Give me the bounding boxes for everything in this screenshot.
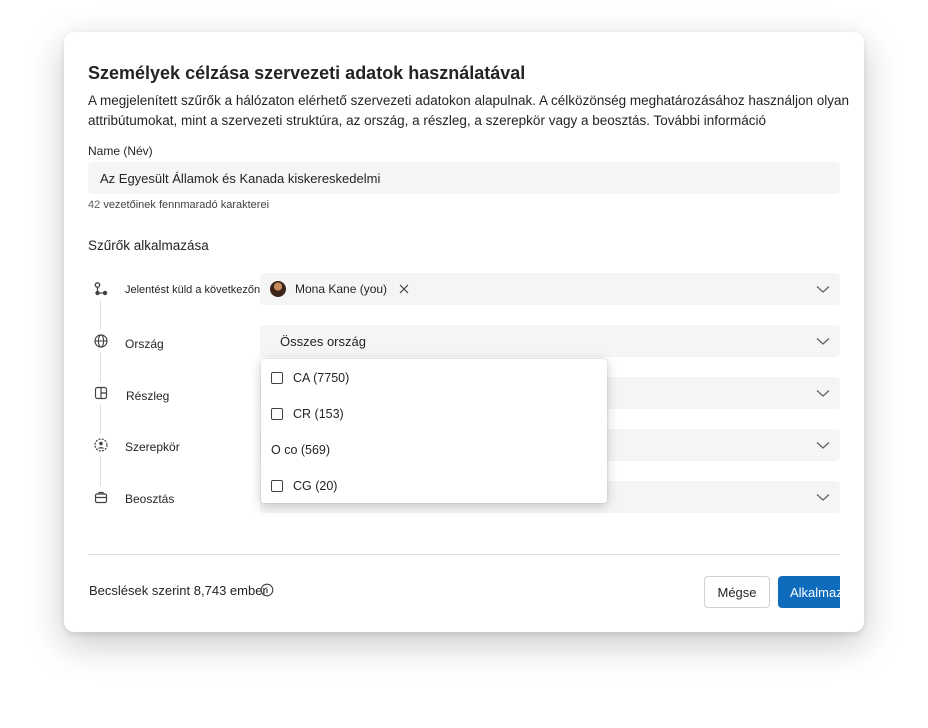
country-select-value: Összes ország xyxy=(280,334,366,349)
department-icon xyxy=(90,382,112,404)
dialog-title: Személyek célzása szervezeti adatok hasz… xyxy=(88,63,526,83)
country-option-label: O co (569) xyxy=(271,443,331,457)
filter-label-country: Ország xyxy=(125,337,164,351)
apply-button[interactable]: Alkalmaz xyxy=(778,576,840,608)
chevron-down-icon xyxy=(816,494,830,501)
filter-label-department: Részleg xyxy=(126,389,170,403)
dialog-description: A megjelenített szűrők a hálózaton elérh… xyxy=(88,93,849,128)
remaining-text: vezetőinek fennmaradó karakterei xyxy=(103,199,270,211)
avatar xyxy=(270,281,286,297)
estimate-label: Becslések szerint 8,743 ember xyxy=(89,583,267,598)
remaining-count: 42 xyxy=(88,199,101,211)
country-option[interactable]: CG (20) xyxy=(271,476,337,496)
country-option-label: CA (7750) xyxy=(293,371,350,385)
briefcase-icon xyxy=(90,486,112,508)
filter-label-role: Szerepkör xyxy=(125,440,180,454)
checkbox[interactable] xyxy=(271,408,283,420)
close-icon[interactable] xyxy=(397,282,411,296)
country-select[interactable]: Összes ország xyxy=(260,325,840,357)
person-chip: Mona Kane (you) xyxy=(270,277,411,301)
country-option[interactable]: CA (7750) xyxy=(271,368,349,388)
filter-label-manager: Jelentést küld a következőnek: xyxy=(125,284,275,296)
country-option[interactable]: O co (569) xyxy=(271,440,330,460)
name-input[interactable] xyxy=(88,162,840,194)
person-chip-label: Mona Kane (you) xyxy=(295,282,388,296)
remaining-characters: 42 vezetőinek fennmaradó karakterei xyxy=(88,199,269,211)
info-icon[interactable] xyxy=(260,583,274,597)
name-field-label: Name (Név) xyxy=(88,144,153,158)
filters-title: Szűrők alkalmazása xyxy=(88,238,209,253)
estimate-text: Becslések szerint 8,743 ember xyxy=(89,583,274,598)
country-option[interactable]: CR (153) xyxy=(271,404,344,424)
filter-label-title: Beosztás xyxy=(125,492,175,506)
country-option-label: CR (153) xyxy=(293,407,344,421)
target-people-dialog: Személyek célzása szervezeti adatok hasz… xyxy=(64,32,864,632)
chevron-down-icon xyxy=(816,286,830,293)
country-dropdown-menu: CA (7750) CR (153) O co (569) CG (20) xyxy=(261,359,607,503)
checkbox[interactable] xyxy=(271,480,283,492)
chevron-down-icon xyxy=(816,442,830,449)
person-role-icon xyxy=(90,434,112,456)
country-option-label: CG (20) xyxy=(293,479,338,493)
footer-divider xyxy=(88,554,840,555)
checkbox[interactable] xyxy=(271,372,283,384)
org-chart-icon xyxy=(90,278,112,300)
manager-select[interactable]: Mona Kane (you) xyxy=(260,273,840,305)
chevron-down-icon xyxy=(816,338,830,345)
chevron-down-icon xyxy=(816,390,830,397)
globe-icon xyxy=(90,330,112,352)
cancel-button[interactable]: Mégse xyxy=(704,576,770,608)
